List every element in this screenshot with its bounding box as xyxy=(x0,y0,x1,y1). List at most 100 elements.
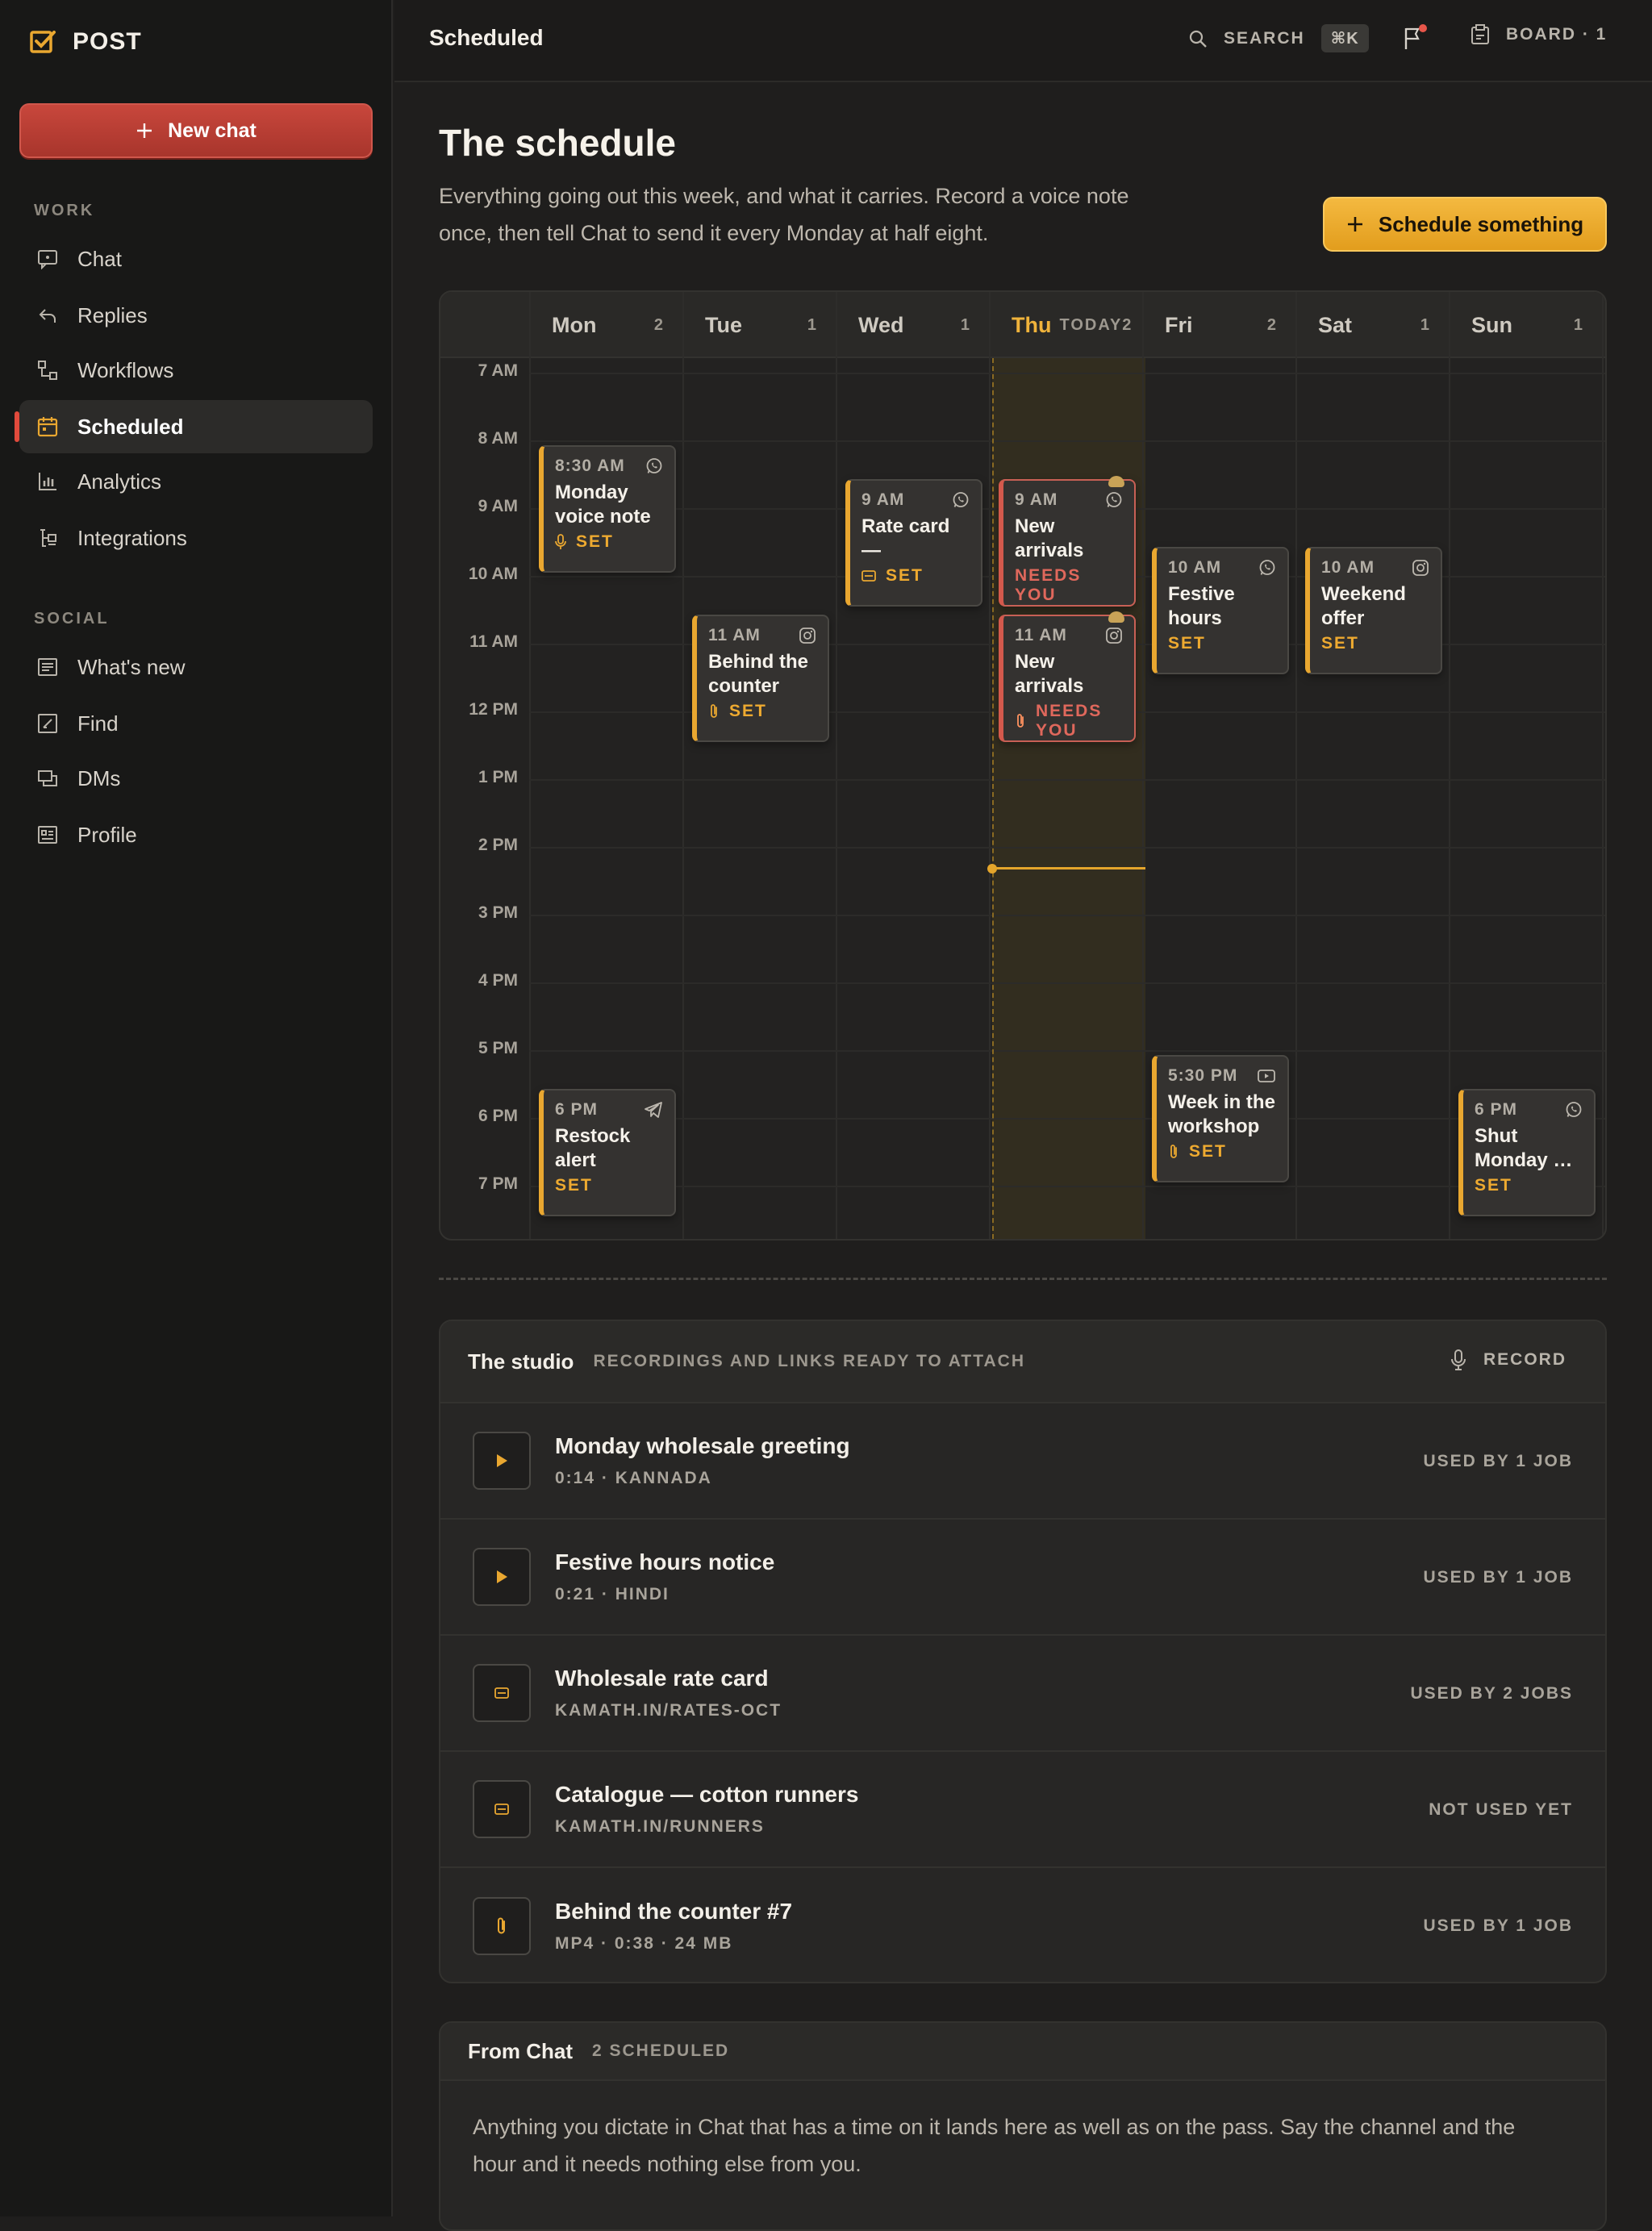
instagram-icon xyxy=(1105,627,1123,644)
hour-gridline xyxy=(529,847,1605,849)
hour-label: 2 PM xyxy=(478,836,518,854)
plus-icon xyxy=(1346,215,1364,233)
scheduled-event-card[interactable]: 10 AM Festive hours SET xyxy=(1152,547,1289,674)
scheduled-event-card[interactable]: 10 AM Weekend offer SET xyxy=(1305,547,1442,674)
hour-gridline xyxy=(529,1186,1605,1187)
sidebar-item-chat[interactable]: Chat xyxy=(19,232,373,286)
event-title: Week in the workshop xyxy=(1168,1091,1275,1137)
studio-asset-row[interactable]: Monday wholesale greeting 0:14 · KANNADA U… xyxy=(440,1403,1605,1520)
sidebar-item-whats-new[interactable]: What's new xyxy=(19,640,373,694)
sidebar-item-analytics[interactable]: Analytics xyxy=(19,455,373,508)
hour-label: 10 AM xyxy=(468,565,518,583)
find-icon xyxy=(35,711,60,736)
day-name: Sun xyxy=(1471,312,1512,337)
day-header-wed[interactable]: Wed 1 xyxy=(837,292,991,358)
sidebar-item-label: Find xyxy=(77,711,119,736)
scheduled-event-card[interactable]: 11 AM Behind the counter SET xyxy=(692,615,829,742)
day-name: Fri xyxy=(1165,312,1193,337)
day-event-count: 1 xyxy=(807,315,816,334)
day-name: Thu xyxy=(1012,312,1052,337)
event-title: Monday voice note xyxy=(555,482,651,528)
studio-asset-row[interactable]: Festive hours notice 0:21 · HINDI USED BY … xyxy=(440,1520,1605,1636)
notifications-button[interactable] xyxy=(1403,24,1427,51)
sidebar-item-label: Scheduled xyxy=(77,414,184,439)
top-bar: Scheduled SEARCH ⌘K BOARD · 1 xyxy=(394,0,1652,82)
dm-icon xyxy=(35,766,60,790)
hour-label: 7 AM xyxy=(478,361,518,380)
sidebar-item-dms[interactable]: DMs xyxy=(19,752,373,805)
event-title: Rate card — wholesale xyxy=(861,515,950,561)
day-header-mon[interactable]: Mon 2 xyxy=(531,292,684,358)
day-header-fri[interactable]: Fri 2 xyxy=(1144,292,1297,358)
event-title: Shut Monday … xyxy=(1475,1125,1573,1171)
hour-label: 4 PM xyxy=(478,971,518,990)
play-button[interactable] xyxy=(473,1548,531,1606)
day-event-count: 1 xyxy=(1420,315,1429,334)
sidebar-item-find[interactable]: Find xyxy=(19,697,373,750)
record-button[interactable]: RECORD xyxy=(1450,1349,1566,1371)
chat-icon xyxy=(35,247,60,271)
scheduled-event-card[interactable]: 9 AM Rate card — wholesale SET xyxy=(845,479,982,607)
sidebar-item-label: Workflows xyxy=(77,357,174,382)
schedule-something-button[interactable]: Schedule something xyxy=(1323,197,1607,252)
play-button[interactable] xyxy=(473,1432,531,1490)
reply-icon xyxy=(35,303,60,327)
sidebar-item-integrations[interactable]: Integrations xyxy=(19,511,373,565)
search-button[interactable]: SEARCH ⌘K xyxy=(1188,24,1369,52)
plus-icon xyxy=(136,122,153,140)
studio-asset-row[interactable]: Behind the counter #7 MP4 · 0:38 · 24 MB U… xyxy=(440,1868,1605,1982)
column-divider xyxy=(836,292,837,1239)
day-header-tue[interactable]: Tue 1 xyxy=(684,292,837,358)
studio-asset-row[interactable]: Wholesale rate card KAMATH.IN/RATES-OCT US… xyxy=(440,1636,1605,1752)
scheduled-event-card[interactable]: 5:30 PM Week in the workshop SET xyxy=(1152,1055,1289,1182)
instagram-icon xyxy=(1412,559,1429,577)
scheduled-event-card[interactable]: 11 AM New arrivals NEEDS YOU xyxy=(999,611,1136,742)
notification-dot xyxy=(1419,24,1427,32)
sidebar-item-replies[interactable]: Replies xyxy=(19,289,373,342)
whatsapp-icon xyxy=(645,457,663,475)
board-button[interactable]: BOARD · 1 xyxy=(1471,24,1607,45)
event-time: 6 PM xyxy=(555,1100,599,1119)
sidebar-item-label: Profile xyxy=(77,822,137,847)
clipboard-icon xyxy=(1471,24,1490,45)
day-header-thu[interactable]: Thu TODAY 2 xyxy=(991,292,1144,358)
sidebar-item-scheduled[interactable]: Scheduled xyxy=(15,400,373,453)
event-title: Festive hours xyxy=(1168,583,1235,629)
brand-name: POST xyxy=(73,28,142,55)
asset-title: Wholesale rate card xyxy=(555,1666,769,1691)
hour-label: 9 AM xyxy=(478,497,518,515)
event-time: 10 AM xyxy=(1168,558,1222,577)
column-divider xyxy=(1295,292,1297,1239)
scheduled-event-card[interactable]: 6 PM Restock alert SET xyxy=(539,1089,676,1216)
asset-usage: NOT USED YET xyxy=(1429,1800,1573,1819)
page-title: Scheduled xyxy=(429,25,544,50)
sidebar-item-profile[interactable]: Profile xyxy=(19,808,373,861)
pin-icon xyxy=(1108,611,1124,623)
day-event-count: 1 xyxy=(960,315,970,334)
scheduled-event-card[interactable]: 8:30 AM Monday voice note SET xyxy=(539,445,676,573)
scheduled-event-card[interactable]: 6 PM Shut Monday … SET xyxy=(1458,1089,1596,1216)
brand[interactable]: POST xyxy=(29,24,142,60)
profile-icon xyxy=(35,823,60,847)
sidebar-item-label: Analytics xyxy=(77,469,162,494)
youtube-icon xyxy=(1257,1068,1276,1084)
sidebar-item-workflows[interactable]: Workflows xyxy=(19,344,373,397)
new-chat-button[interactable]: New chat xyxy=(19,103,373,158)
asset-title: Behind the counter #7 xyxy=(555,1899,793,1924)
workflow-icon xyxy=(35,358,60,382)
search-label: SEARCH xyxy=(1224,28,1305,48)
paperclip-icon xyxy=(1015,713,1026,729)
event-time: 8:30 AM xyxy=(555,457,625,475)
event-title: Restock alert xyxy=(555,1125,631,1171)
scheduled-event-card[interactable]: 9 AM New arrivals NEEDS YOU xyxy=(999,476,1136,607)
day-header-sun[interactable]: Sun 1 xyxy=(1450,292,1604,358)
day-header-sat[interactable]: Sat 1 xyxy=(1297,292,1450,358)
board-label: BOARD · 1 xyxy=(1506,25,1608,44)
day-name: Mon xyxy=(552,312,597,337)
event-status: SET xyxy=(1189,1142,1227,1161)
whatsapp-icon xyxy=(952,491,970,509)
studio-asset-row[interactable]: Catalogue — cotton runners KAMATH.IN/RUNN… xyxy=(440,1752,1605,1868)
asset-usage: USED BY 2 JOBS xyxy=(1410,1684,1573,1703)
asset-title: Monday wholesale greeting xyxy=(555,1433,850,1458)
from-chat-panel: From Chat 2 SCHEDULED Anything you dicta… xyxy=(439,2021,1607,2231)
